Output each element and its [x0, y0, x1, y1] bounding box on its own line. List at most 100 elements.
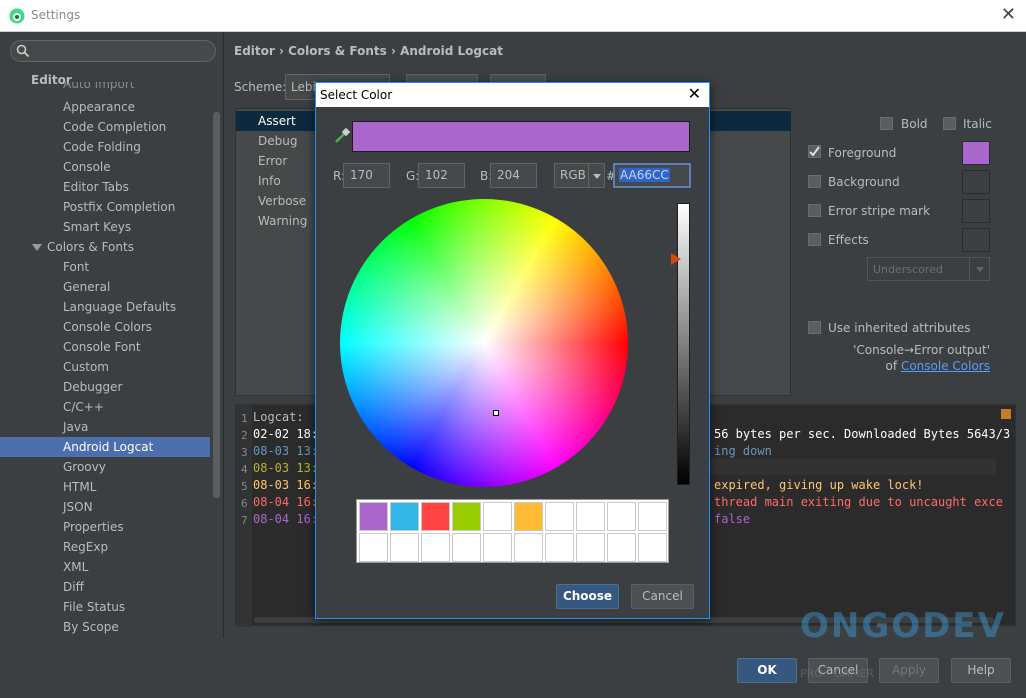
recent-color-cell[interactable] [452, 533, 481, 562]
recent-color-cell[interactable] [390, 502, 419, 531]
tree-item-postfix-completion[interactable]: Postfix Completion [0, 197, 210, 217]
tree-item-java[interactable]: Java [0, 417, 210, 437]
window-close-icon[interactable]: ✕ [1001, 6, 1016, 24]
error-stripe-checkbox[interactable] [808, 204, 821, 217]
error-marker-icon[interactable] [1001, 409, 1011, 419]
tree-item-label: Colors & Fonts [47, 240, 134, 254]
color-mode-select[interactable]: RGB [554, 163, 605, 188]
tree-scrollbar[interactable] [213, 112, 220, 498]
recent-color-cell[interactable] [638, 502, 667, 531]
scheme-value: Lebi [291, 80, 316, 94]
recent-color-cell[interactable] [607, 533, 636, 562]
preview-line[interactable]: 02-02 18: [253, 427, 318, 441]
window-titlebar: Settings ✕ [0, 0, 1026, 32]
recent-color-cell[interactable] [514, 533, 543, 562]
tree-item-console[interactable]: Console [0, 157, 210, 177]
brightness-slider-thumb[interactable] [671, 253, 681, 265]
tree-item-c-cpp[interactable]: C/C++ [0, 397, 210, 417]
choose-button[interactable]: Choose [556, 584, 619, 609]
recent-color-cell[interactable] [545, 533, 574, 562]
checkmark-icon [809, 146, 820, 157]
effect-type-value: Underscored [873, 263, 943, 276]
recent-color-cell[interactable] [452, 502, 481, 531]
tree-item-colors-fonts[interactable]: Colors & Fonts [0, 237, 210, 257]
line-number: 2 [241, 429, 248, 442]
brightness-slider[interactable] [677, 203, 690, 485]
recent-color-cell[interactable] [483, 533, 512, 562]
background-label: Background [828, 175, 900, 189]
effects-checkbox[interactable] [808, 233, 821, 246]
blue-input[interactable]: 204 [490, 163, 537, 188]
tree-item-properties[interactable]: Properties [0, 517, 210, 537]
tree-item-android-logcat[interactable]: Android Logcat [0, 437, 210, 457]
tree-item-appearance[interactable]: Appearance [0, 97, 210, 117]
dialog-close-icon[interactable]: ✕ [688, 84, 701, 103]
tree-item-console-font[interactable]: Console Font [0, 337, 210, 357]
preview-line[interactable]: 08-03 16: [253, 478, 318, 492]
effect-type-select[interactable]: Underscored [867, 257, 990, 281]
preview-line[interactable]: Logcat: [253, 410, 304, 424]
tree-item-by-scope[interactable]: By Scope [0, 617, 210, 637]
tree-item-json[interactable]: JSON [0, 497, 210, 517]
panel-divider[interactable] [223, 32, 224, 638]
tree-item-groovy[interactable]: Groovy [0, 457, 210, 477]
console-colors-link[interactable]: Console Colors [901, 359, 990, 373]
preview-line[interactable]: 08-03 13: [253, 461, 318, 475]
error-stripe-color-swatch[interactable] [962, 199, 990, 223]
watermark-logo: ONGODEV PRO - GAMER [800, 606, 1006, 680]
ok-button[interactable]: OK [737, 658, 797, 683]
inherit-line: of Console Colors [800, 359, 990, 373]
hex-input[interactable]: AA66CC [613, 163, 691, 188]
tree-item-custom[interactable]: Custom [0, 357, 210, 377]
tree-item-file-status[interactable]: File Status [0, 597, 210, 617]
green-value: 102 [425, 168, 448, 182]
tree-item-regexp[interactable]: RegExp [0, 537, 210, 557]
preview-line[interactable]: 08-04 16: [253, 495, 318, 509]
foreground-checkbox[interactable] [808, 145, 821, 158]
recent-color-cell[interactable] [576, 502, 605, 531]
recent-color-cell[interactable] [607, 502, 636, 531]
tree-item-language-defaults[interactable]: Language Defaults [0, 297, 210, 317]
preview-line[interactable]: 08-04 16: [253, 512, 318, 526]
recent-color-cell[interactable] [483, 502, 512, 531]
expand-arrow-icon[interactable] [32, 244, 42, 251]
tree-item-editor-tabs[interactable]: Editor Tabs [0, 177, 210, 197]
tree-item-code-completion[interactable]: Code Completion [0, 117, 210, 137]
use-inherited-checkbox[interactable] [808, 321, 821, 334]
tree-item-diff[interactable]: Diff [0, 577, 210, 597]
tree-item-code-folding[interactable]: Code Folding [0, 137, 210, 157]
recent-color-cell[interactable] [359, 533, 388, 562]
tree-item-xml[interactable]: XML [0, 557, 210, 577]
tree-item-console-colors[interactable]: Console Colors [0, 317, 210, 337]
tree-item-smart-keys[interactable]: Smart Keys [0, 217, 210, 237]
foreground-color-swatch[interactable] [962, 141, 990, 165]
foreground-label: Foreground [828, 146, 897, 160]
tree-item-general[interactable]: General [0, 277, 210, 297]
eyedropper-icon[interactable] [333, 127, 351, 145]
recent-color-cell[interactable] [359, 502, 388, 531]
tree-item-clipped: Auto Import [63, 82, 135, 91]
tree-item-debugger[interactable]: Debugger [0, 377, 210, 397]
background-checkbox[interactable] [808, 175, 821, 188]
green-input[interactable]: 102 [418, 163, 465, 188]
color-wheel[interactable] [340, 199, 628, 487]
color-wheel-handle[interactable] [493, 410, 499, 416]
recent-color-cell[interactable] [576, 533, 605, 562]
tree-item-font[interactable]: Font [0, 257, 210, 277]
preview-line[interactable]: 08-03 13: [253, 444, 318, 458]
red-input[interactable]: 170 [343, 163, 390, 188]
tree-item-html[interactable]: HTML [0, 477, 210, 497]
italic-checkbox[interactable] [943, 117, 956, 130]
bold-checkbox[interactable] [880, 117, 893, 130]
error-stripe-label: Error stripe mark [828, 204, 931, 218]
recent-color-cell[interactable] [514, 502, 543, 531]
effects-color-swatch[interactable] [962, 228, 990, 252]
recent-color-cell[interactable] [421, 533, 450, 562]
recent-color-cell[interactable] [545, 502, 574, 531]
recent-color-cell[interactable] [638, 533, 667, 562]
settings-search-input[interactable] [10, 40, 216, 62]
background-color-swatch[interactable] [962, 170, 990, 194]
dialog-cancel-button[interactable]: Cancel [631, 584, 694, 609]
recent-color-cell[interactable] [421, 502, 450, 531]
recent-color-cell[interactable] [390, 533, 419, 562]
